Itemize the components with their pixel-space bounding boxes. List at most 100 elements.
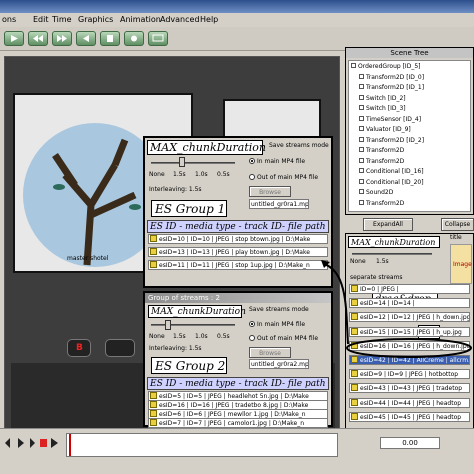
tick-1-0-1: 1.0s (195, 171, 208, 178)
save-mode-label-1: Save streams mode (269, 142, 329, 149)
scene-tree-item[interactable]: Switch [ID_2] (359, 94, 406, 102)
expand-box-icon[interactable] (359, 178, 364, 184)
timeline-cursor[interactable] (69, 434, 71, 456)
scene-tree-item[interactable]: Transform2D [ID_1] (359, 84, 424, 91)
scene-tree-item[interactable]: Transform2D (359, 199, 404, 207)
scene-tree-item[interactable]: Transform2D (359, 157, 404, 165)
stream-row[interactable]: esID=9 | ID=9 | JPEG | hotbottop (349, 369, 470, 380)
forward-button[interactable] (52, 31, 72, 46)
stream-row[interactable]: esID=10 | ID=10 | JPEG | stop btown.jpg … (148, 234, 328, 244)
menu-item-help[interactable]: Help (200, 15, 218, 24)
menu-item-advanced[interactable]: Advanced (160, 15, 200, 24)
radio-in-main-label-2: In main MP4 file (257, 321, 306, 328)
stop-button[interactable] (100, 31, 120, 46)
slider-thumb-1[interactable] (179, 157, 185, 167)
expand-box-icon[interactable] (359, 136, 364, 142)
chunk-slider-right[interactable] (352, 253, 432, 255)
stream-file-icon (150, 248, 157, 255)
scene-tree-item[interactable]: Valuator [ID_9] (359, 126, 411, 133)
stream-row[interactable]: esID=43 | ID=43 | JPEG | tradetop (349, 383, 470, 394)
stream-file-icon (351, 384, 358, 392)
scene-tree-item[interactable]: Transform2D [ID_0] (359, 73, 425, 81)
scene-tree-item[interactable]: Conditional [ID_16] (359, 168, 424, 175)
stream-row-label: esID=13 | ID=13 | JPEG | play btown.jpg … (159, 249, 310, 256)
expand-box-icon[interactable] (359, 94, 364, 100)
scene-tree-item[interactable]: Sound2D (359, 189, 393, 196)
expand-all-button[interactable]: ExpandAll (363, 218, 413, 231)
save-mode-label-2: Save streams mode (249, 306, 309, 313)
expand-box-icon[interactable] (359, 126, 364, 131)
expand-box-icon[interactable] (359, 115, 364, 121)
record-button[interactable] (124, 31, 144, 46)
scene-tree-item-label: Transform2D [ID_1] (366, 84, 425, 91)
stream-row[interactable]: esID=44 | ID=44 | JPEG | headtop (349, 397, 470, 408)
radio-in-main-2[interactable]: In main MP4 file (249, 321, 305, 328)
stream-row[interactable]: esID=13 | ID=13 | JPEG | play btown.jpg … (148, 247, 328, 257)
scene-tree-list: OrderedGroup [ID_5] Transform2D [ID_0] Tra… (348, 60, 471, 212)
stream-file-icon (150, 261, 157, 268)
expand-box-icon[interactable] (359, 84, 364, 89)
collapse-button[interactable]: Collapse (441, 218, 474, 231)
radio-in-main-1[interactable]: In main MP4 file (249, 158, 305, 165)
expand-box-icon[interactable] (359, 73, 364, 79)
stream-row[interactable]: esID=7 | ID=7 | JPEG | camolor1.jpg | D:… (148, 418, 328, 428)
remote-button-b[interactable]: B (67, 339, 91, 357)
browse-button-1[interactable]: Browse (249, 186, 291, 197)
chunk-slider-1[interactable] (151, 162, 235, 164)
record-small-icon[interactable] (40, 439, 47, 447)
browse-button-2[interactable]: Browse (249, 347, 291, 358)
tick-1-5-right: 1.5s (376, 258, 389, 265)
stream-row[interactable]: ID=0 | JPEG | (349, 284, 470, 294)
expand-box-icon[interactable] (359, 147, 364, 152)
application-window: ons Edit Time Graphics Animation Advance… (0, 0, 474, 474)
menu-item-animation[interactable]: Animation (120, 15, 161, 24)
scene-tree-item[interactable]: Transform2D [ID_2] (359, 136, 424, 144)
menu-item-time[interactable]: Time (52, 15, 72, 24)
transport-controls (5, 438, 58, 448)
scene-tree-item[interactable]: TimeSensor [ID_4] (359, 115, 421, 123)
menu-item-graphics[interactable]: Graphics (78, 15, 113, 24)
screen-button[interactable] (148, 31, 168, 46)
back-icon[interactable] (5, 438, 10, 448)
scene-tree-item[interactable]: Conditional [ID_20] (359, 178, 424, 186)
filename-field-1[interactable]: untitled_gr0ra1.mp4 (249, 199, 309, 209)
end-icon[interactable] (51, 438, 58, 448)
chunk-slider-2[interactable] (151, 324, 235, 326)
scene-tree-item-label: Conditional [ID_16] (366, 168, 424, 175)
remote-button[interactable] (105, 339, 135, 357)
expand-box-icon[interactable] (359, 157, 364, 163)
slider-thumb-2[interactable] (165, 320, 171, 330)
stream-row[interactable]: esID=11 | ID=11 | JPEG | stop 1up.jpg | … (148, 260, 328, 270)
filename-field-2[interactable]: untitled_gr0ra2.mp4 (249, 359, 309, 369)
scene-tree-item[interactable]: Transform2D (359, 147, 404, 154)
rewind-button[interactable] (28, 31, 48, 46)
radio-out-main-1[interactable]: Out of main MP4 file (249, 174, 318, 181)
play-button[interactable] (4, 31, 24, 46)
expand-box-icon[interactable] (359, 105, 364, 110)
menu-item-edit[interactable]: Edit (33, 15, 49, 24)
step-back-button[interactable] (76, 31, 96, 46)
stream-row-label: ID=0 | JPEG | (360, 286, 399, 293)
expand-box-icon[interactable] (359, 199, 364, 205)
next-icon[interactable] (30, 438, 35, 448)
scene-tree-panel: Scene Tree OrderedGroup [ID_5] Transform2… (345, 47, 474, 215)
scene-tree-item[interactable]: OrderedGroup [ID_5] (351, 63, 420, 70)
play-small-icon[interactable] (18, 438, 24, 448)
scene-tree-item-label: Transform2D [ID_0] (366, 73, 425, 81)
stream-file-icon (150, 419, 157, 426)
interleaving-label-2: Interleaving: 1.5s (149, 345, 202, 352)
scene-tree-item-label: Transform2D (366, 147, 405, 154)
stream-row[interactable]: esID=45 | ID=45 | JPEG | headtop (349, 411, 470, 422)
scene-tree-item[interactable]: Switch [ID_3] (359, 105, 406, 112)
stream-row-label: esID=16 | ID=16 | JPEG | tradetbo 8.jpg … (159, 402, 309, 409)
radio-out-main-2[interactable]: Out of main MP4 file (249, 335, 318, 342)
stream-row[interactable]: esID=14 | ID=14 | (349, 298, 470, 309)
expand-box-icon[interactable] (359, 168, 364, 173)
expand-box-icon[interactable] (359, 189, 364, 194)
expand-box-icon[interactable] (351, 63, 356, 68)
tick-1-5-1: 1.5s (173, 171, 186, 178)
stream-row[interactable]: esID=12 | ID=12 | JPEG | h_down.jpg (349, 312, 470, 323)
menu-item-options[interactable]: ons (2, 15, 16, 24)
es-group-2-dialog: Group of streams : 2 MAX_chunkDuration S… (143, 291, 333, 428)
timeline-track[interactable] (66, 433, 338, 457)
